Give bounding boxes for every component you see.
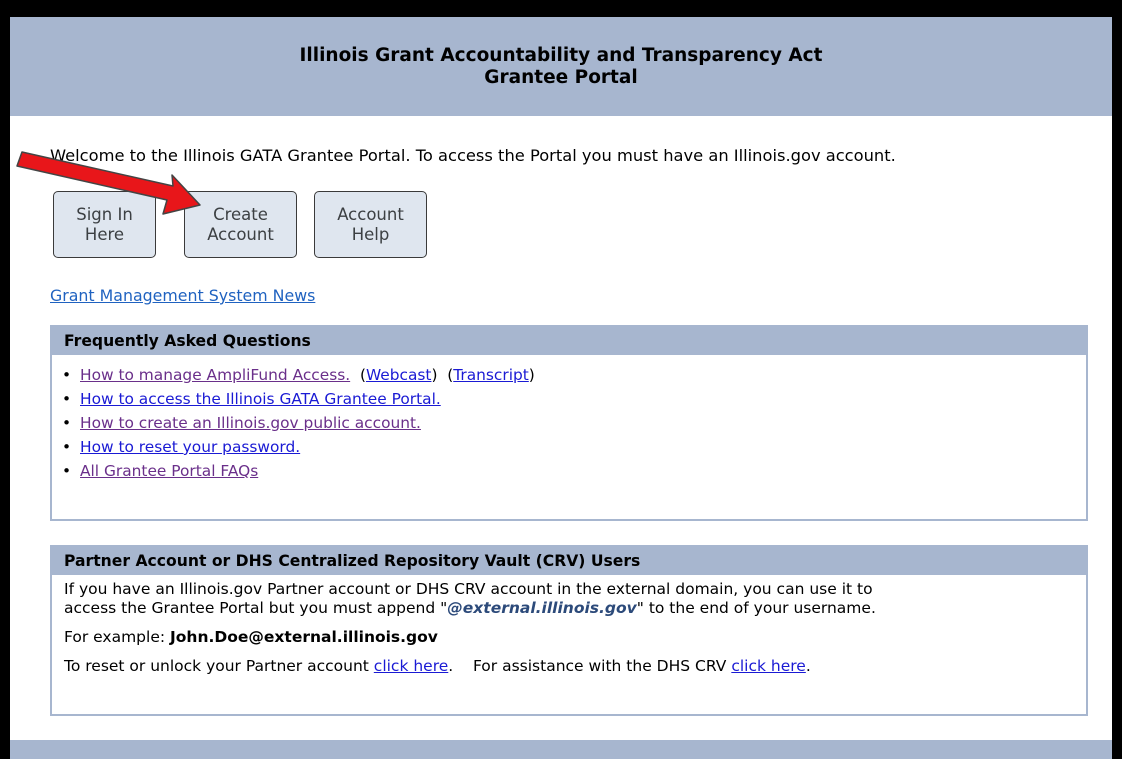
faq-section: Frequently Asked Questions • How to manag…: [50, 325, 1088, 521]
help-line: To reset or unlock your Partner account …: [64, 657, 811, 675]
dhs-crv-help-link[interactable]: click here: [731, 657, 806, 675]
partner-paragraph: If you have an Illinois.gov Partner acco…: [64, 580, 1074, 618]
faq-list: • How to manage AmpliFund Access. (Webcas…: [52, 355, 1086, 483]
reset-partner-link[interactable]: click here: [374, 657, 449, 675]
account-help-label-2: Help: [351, 224, 390, 244]
faq-create-account-link[interactable]: How to create an Illinois.gov public acc…: [80, 414, 421, 432]
faq-item: • How to access the Illinois GATA Grantee…: [62, 387, 1086, 411]
webcast-link[interactable]: Webcast: [366, 366, 432, 384]
bullet-icon: •: [62, 438, 72, 456]
faq-item: • How to manage AmpliFund Access. (Webcas…: [62, 363, 1086, 387]
partner-text-1: If you have an Illinois.gov Partner acco…: [64, 580, 873, 598]
create-account-button[interactable]: Create Account: [184, 191, 297, 258]
bottom-strip: [10, 740, 1112, 759]
grant-news-link[interactable]: Grant Management System News: [50, 286, 315, 305]
faq-reset-password-link[interactable]: How to reset your password.: [80, 438, 300, 456]
create-account-label-1: Create: [213, 204, 268, 224]
sign-in-button[interactable]: Sign In Here: [53, 191, 156, 258]
welcome-text: Welcome to the Illinois GATA Grantee Por…: [50, 146, 896, 165]
page-title-line1: Illinois Grant Accountability and Transp…: [299, 44, 823, 66]
create-account-label-2: Account: [207, 224, 274, 244]
account-help-button[interactable]: Account Help: [314, 191, 427, 258]
example-username: John.Doe@external.illinois.gov: [170, 628, 438, 646]
faq-item: • How to reset your password.: [62, 435, 1086, 459]
bullet-icon: •: [62, 462, 72, 480]
sign-in-label-2: Here: [84, 224, 125, 244]
transcript-link[interactable]: Transcript: [453, 366, 529, 384]
external-domain-text: @external.illinois.gov: [447, 599, 637, 617]
partner-text-2: access the Grantee Portal but you must a…: [64, 599, 448, 617]
partner-section: Partner Account or DHS Centralized Repos…: [50, 545, 1088, 716]
faq-item: • All Grantee Portal FAQs: [62, 459, 1086, 483]
bullet-icon: •: [62, 366, 72, 384]
bullet-icon: •: [62, 414, 72, 432]
main-panel: Welcome to the Illinois GATA Grantee Por…: [10, 116, 1112, 740]
portal-frame: Illinois Grant Accountability and Transp…: [10, 17, 1112, 759]
partner-body: If you have an Illinois.gov Partner acco…: [52, 575, 1086, 676]
page-header: Illinois Grant Accountability and Transp…: [10, 17, 1112, 116]
reset-text: To reset or unlock your Partner account: [64, 657, 374, 675]
example-line: For example: John.Doe@external.illinois.…: [64, 627, 1074, 647]
faq-item: • How to create an Illinois.gov public ac…: [62, 411, 1086, 435]
page-title-line2: Grantee Portal: [484, 66, 638, 88]
bullet-icon: •: [62, 390, 72, 408]
sign-in-label-1: Sign In: [76, 204, 133, 224]
faq-all-link[interactable]: All Grantee Portal FAQs: [80, 462, 258, 480]
account-help-label-1: Account: [337, 204, 404, 224]
example-label: For example:: [64, 628, 171, 646]
faq-amplifund-link[interactable]: How to manage AmpliFund Access.: [80, 366, 350, 384]
assist-text: For assistance with the DHS CRV: [472, 657, 732, 675]
partner-text-3: " to the end of your username.: [636, 599, 876, 617]
partner-title: Partner Account or DHS Centralized Repos…: [52, 547, 1086, 575]
faq-access-portal-link[interactable]: How to access the Illinois GATA Grantee …: [80, 390, 441, 408]
faq-title: Frequently Asked Questions: [52, 327, 1086, 355]
